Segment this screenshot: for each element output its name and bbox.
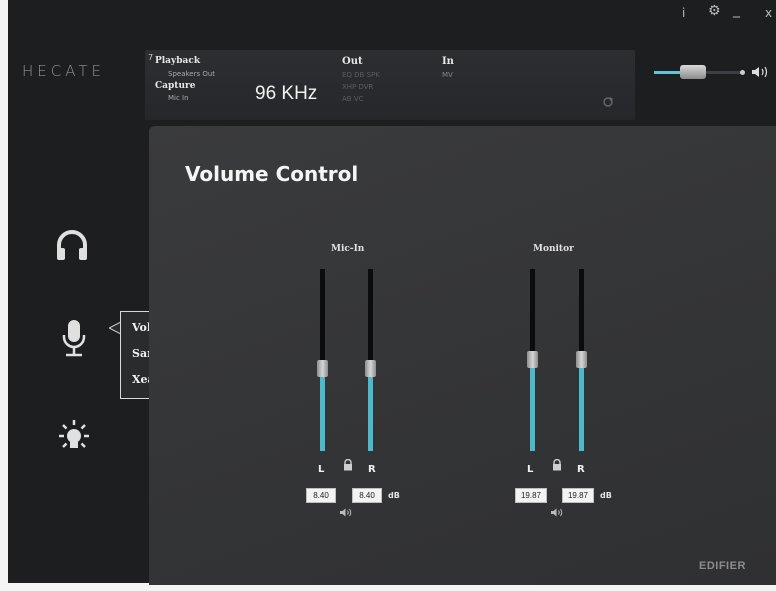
mic-in-left-db-input[interactable]: 8.40 [306, 488, 336, 503]
monitor-mute-icon[interactable] [550, 507, 564, 518]
mic-in-left-fill [320, 369, 325, 451]
status-bar: 7 Playback Speakers Out Capture Mic In 9… [145, 50, 635, 120]
capture-device: Mic In [168, 94, 189, 102]
monitor-left-knob[interactable] [527, 351, 538, 368]
mic-in-group-label: Mic-In [331, 244, 365, 254]
playback-label: Playback [155, 56, 201, 66]
master-volume-end-dot [740, 70, 745, 75]
mic-in-right-fill [368, 369, 373, 451]
in-effect: MV [442, 71, 453, 79]
master-volume-thumb[interactable] [680, 65, 706, 79]
capture-label: Capture [155, 81, 196, 91]
monitor-right-db-input[interactable]: 19.87 [562, 488, 594, 503]
monitor-right-knob[interactable] [576, 351, 587, 368]
close-button[interactable]: x [765, 6, 772, 20]
monitor-left-db-input[interactable]: 19.87 [515, 488, 547, 503]
mic-in-right-db-input[interactable]: 8.40 [352, 488, 382, 503]
speaker-icon[interactable] [750, 65, 770, 79]
mic-in-right-knob[interactable] [365, 360, 376, 378]
lock-icon[interactable] [342, 459, 354, 471]
edifier-logo: EDIFIER [699, 560, 746, 572]
page-title: Volume Control [185, 162, 359, 186]
monitor-group-label: Monitor [533, 244, 574, 254]
lock-icon[interactable] [551, 459, 563, 471]
out-effects-row1: EQ DB SPK [342, 71, 380, 79]
light-effects-icon[interactable] [56, 419, 92, 455]
mic-in-left-knob[interactable] [317, 360, 328, 378]
minimize-button[interactable]: _ [733, 2, 740, 18]
in-label: In [442, 56, 454, 67]
mic-in-unit: dB [388, 491, 400, 500]
sample-rate-display: 96 KHz [255, 83, 318, 104]
window-frame-left [0, 0, 8, 591]
main-panel: Volume Control Mic-In L R 8.40 8.40 dB M… [149, 126, 776, 585]
monitor-unit: dB [600, 491, 612, 500]
headphones-icon[interactable] [54, 228, 90, 264]
refresh-icon[interactable] [602, 96, 614, 108]
channel-number: 7 [148, 53, 154, 62]
microphone-icon[interactable] [60, 318, 88, 362]
out-label: Out [342, 56, 363, 67]
monitor-right-label: R [577, 464, 585, 475]
info-icon[interactable]: i [682, 6, 685, 20]
monitor-left-label: L [527, 464, 534, 475]
mic-in-mute-icon[interactable] [339, 507, 353, 518]
mic-in-right-label: R [368, 464, 376, 475]
playback-device: Speakers Out [168, 70, 216, 78]
mic-in-left-label: L [318, 464, 325, 475]
monitor-left-fill [530, 360, 535, 451]
app-window: i ⚙ _ x HECATE 7 Playback Speakers Out C… [8, 0, 776, 585]
out-effects-row3: AB VC [342, 95, 364, 103]
monitor-right-fill [579, 360, 584, 451]
brand-logo: HECATE [22, 62, 105, 80]
out-effects-row2: XHP DVR [342, 83, 374, 91]
settings-gear-icon[interactable]: ⚙ [708, 3, 721, 19]
